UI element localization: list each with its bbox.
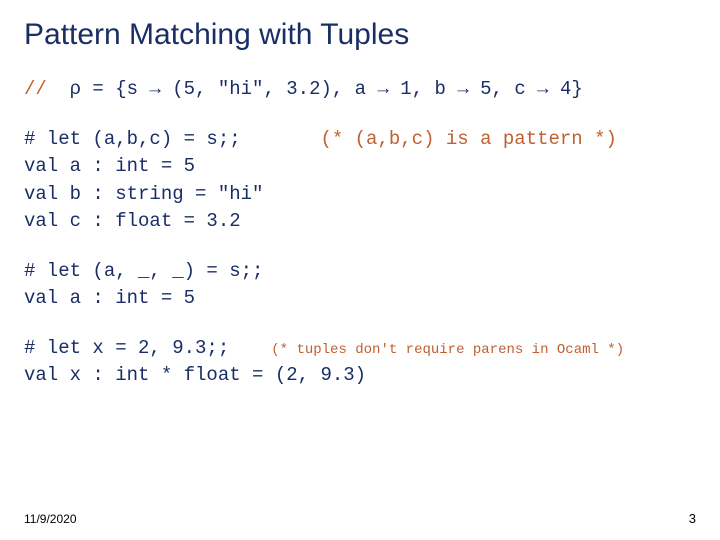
env-line: // ρ = {s → (5, "hi", 3.2), a → 1, b → 5… — [24, 76, 696, 104]
code-block-2: # let (a, _, _) = s;; val a : int = 5 — [24, 258, 696, 313]
b3-comment: (* tuples don't require parens in Ocaml … — [229, 342, 624, 358]
env-tuple: (5, "hi", 3.2), a — [161, 78, 378, 100]
arrow-icon: → — [537, 78, 548, 100]
eq-open: = {s — [81, 78, 149, 100]
footer-date: 11/9/2020 — [24, 512, 77, 526]
b3-l1a: # let x = 2, 9.3;; — [24, 337, 229, 359]
rho-symbol: ρ — [70, 78, 81, 100]
b3-l2: val x : int * float = (2, 9.3) — [24, 364, 366, 386]
b1-l2: val a : int = 5 — [24, 155, 195, 177]
dbl-slash: // — [24, 78, 70, 100]
b1-l1a: # let (a,b,c) = s;; — [24, 128, 241, 150]
code-block-3: # let x = 2, 9.3;; (* tuples don't requi… — [24, 335, 696, 390]
arrow-icon: → — [149, 78, 160, 100]
code-block-1: # let (a,b,c) = s;; (* (a,b,c) is a patt… — [24, 126, 696, 236]
b2-l2: val a : int = 5 — [24, 287, 195, 309]
b1-l4: val c : float = 3.2 — [24, 210, 241, 232]
arrow-icon: → — [377, 78, 388, 100]
page-title: Pattern Matching with Tuples — [24, 18, 696, 52]
b1-comment: (* (a,b,c) is a pattern *) — [241, 128, 617, 150]
env-five: 5, c — [469, 78, 537, 100]
arrow-icon: → — [457, 78, 468, 100]
env-four: 4} — [549, 78, 583, 100]
b2-l1: # let (a, _, _) = s;; — [24, 260, 263, 282]
b1-l3: val b : string = "hi" — [24, 183, 263, 205]
env-one: 1, b — [389, 78, 457, 100]
footer-page-number: 3 — [689, 511, 696, 526]
slide: Pattern Matching with Tuples // ρ = {s →… — [0, 0, 720, 540]
